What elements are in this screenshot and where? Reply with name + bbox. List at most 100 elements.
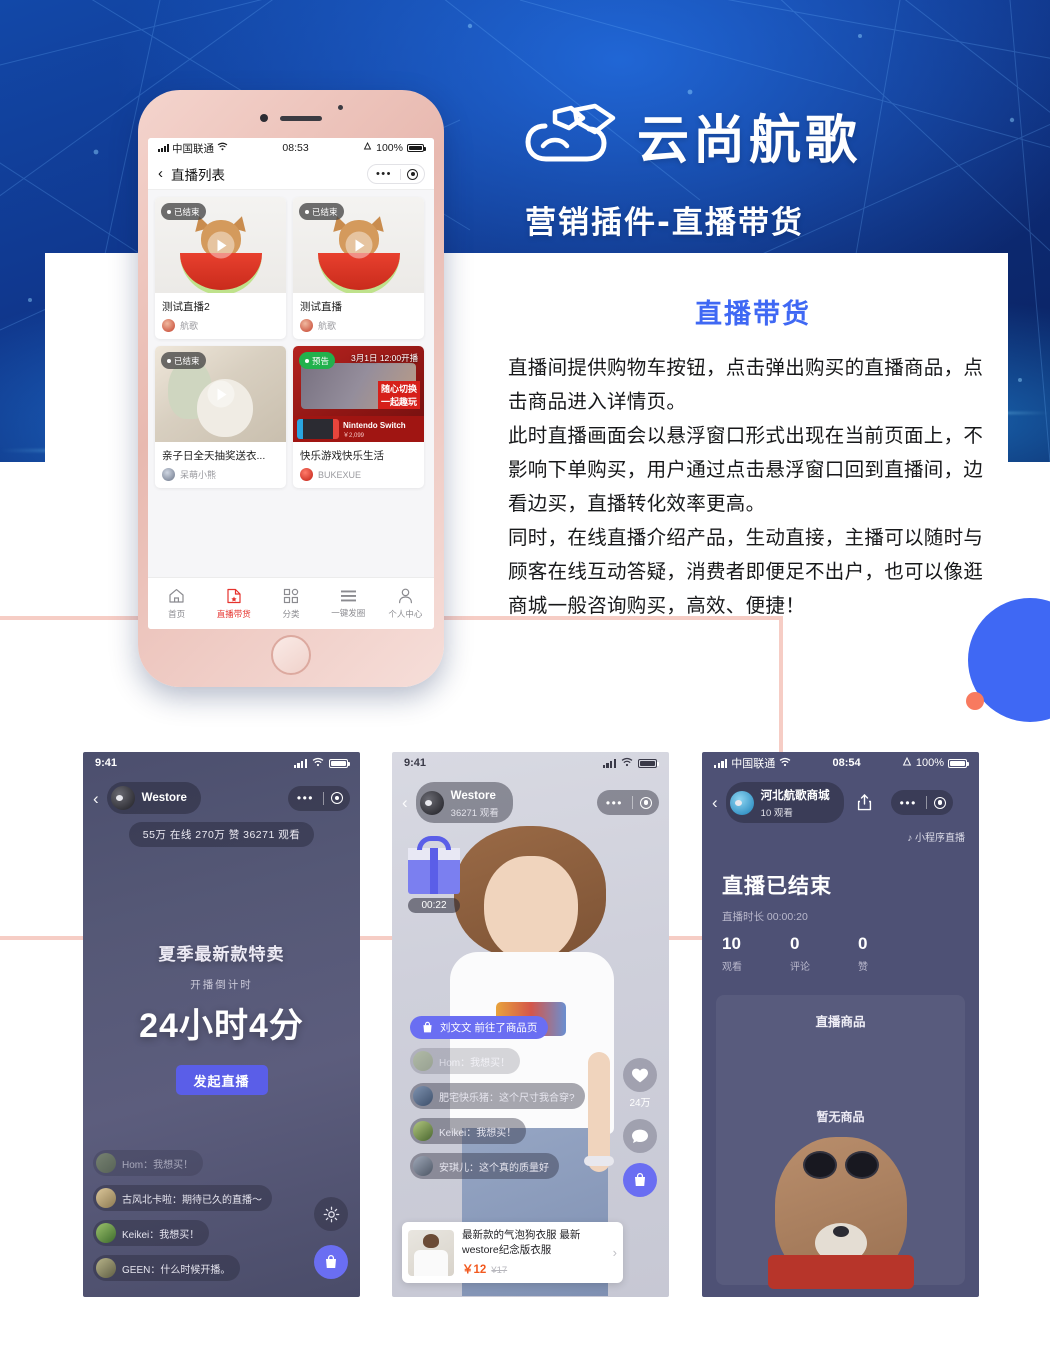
battery-icon xyxy=(406,144,426,152)
heart-icon[interactable] xyxy=(623,1058,657,1092)
menu-lines-icon xyxy=(340,589,357,603)
capsule-target-icon[interactable] xyxy=(324,792,350,804)
chevron-left-icon[interactable]: ‹ xyxy=(712,794,718,811)
wechat-capsule[interactable]: ••• xyxy=(287,785,350,811)
side-action-buttons: 24万 xyxy=(623,1058,657,1197)
product-card[interactable]: 最新款的气泡狗衣服 最新westore纪念版衣服 ￥12 ¥17 › xyxy=(402,1222,623,1283)
room-pill[interactable]: 河北航歌商城 10 观看 xyxy=(725,782,844,823)
room-name: Westore xyxy=(141,792,187,804)
more-dots-icon[interactable]: ••• xyxy=(368,168,400,180)
start-live-button[interactable]: 发起直播 xyxy=(175,1065,268,1095)
enter-product-notice: 刘文文 前往了商品页 xyxy=(410,1016,549,1039)
chat-text: 安琪儿：这个真的质量好 xyxy=(439,1162,549,1174)
status-time: 08:54 xyxy=(832,757,861,769)
capsule-target-icon[interactable] xyxy=(927,796,953,809)
card-thumbnail[interactable]: 已结束 xyxy=(293,197,424,293)
tab-profile[interactable]: 个人中心 xyxy=(377,578,434,629)
share-icon[interactable] xyxy=(852,790,877,815)
ended-summary: 直播已结束 直播时长 00:00:20 10 观看 0 评论 0 赞 xyxy=(702,844,979,973)
connector-line-vertical xyxy=(779,616,783,773)
chat-text: 古风北卡啦：期待已久的直播～ xyxy=(122,1194,262,1206)
stat-likes: 0 赞 xyxy=(858,934,868,973)
avatar xyxy=(413,1086,433,1106)
person-icon xyxy=(398,588,413,604)
more-dots-icon[interactable]: ••• xyxy=(288,792,323,804)
side-action-buttons xyxy=(314,1197,348,1279)
phone-screen: 中国联通 08:53 100% ‹ 直播列表 ••• 已结束 测试直播2 航歌 … xyxy=(148,138,434,629)
tab-live-commerce[interactable]: 直播带货 xyxy=(205,578,262,629)
chat-message: Hom：我想买！ xyxy=(410,1048,521,1074)
brand-block: 云尚航歌 营销插件-直播带货 xyxy=(525,98,985,242)
tab-moments[interactable]: 一键发圈 xyxy=(320,578,377,629)
comment-icon[interactable] xyxy=(623,1119,657,1153)
avatar xyxy=(413,1156,433,1176)
chat-message: Keikei：我想买！ xyxy=(410,1118,527,1144)
gift-widget[interactable]: 00:22 xyxy=(408,836,460,913)
play-icon[interactable] xyxy=(207,380,234,408)
card-thumbnail[interactable]: 随心切换 一起趣玩 Nintendo Switch ￥2,099 预告 3月1日… xyxy=(293,346,424,442)
card-thumbnail[interactable]: 已结束 xyxy=(155,197,286,293)
chevron-left-icon[interactable]: ‹ xyxy=(402,794,408,811)
tab-label: 直播带货 xyxy=(216,608,251,619)
live-header: ‹ Westore ••• xyxy=(83,774,360,814)
chat-message: 安琪儿：这个真的质量好 xyxy=(410,1153,559,1179)
play-icon[interactable] xyxy=(207,231,234,259)
avatar xyxy=(300,319,313,332)
live-duration: 直播时长 00:00:20 xyxy=(722,911,808,923)
grid-category-icon xyxy=(283,588,299,604)
live-card[interactable]: 随心切换 一起趣玩 Nintendo Switch ￥2,099 预告 3月1日… xyxy=(293,346,424,488)
live-header: ‹ 河北航歌商城 10 观看 ••• xyxy=(702,774,979,823)
card-user-name: 呆萌小熊 xyxy=(180,470,217,480)
room-name: 河北航歌商城 xyxy=(760,790,830,802)
signal-icon xyxy=(293,758,307,768)
tab-category[interactable]: 分类 xyxy=(262,578,319,629)
tab-label: 分类 xyxy=(282,608,300,619)
iphone-mockup: 中国联通 08:53 100% ‹ 直播列表 ••• 已结束 测试直播2 航歌 … xyxy=(138,90,444,687)
battery-percent: 100% xyxy=(915,757,944,769)
product-original-price: ¥17 xyxy=(491,1265,508,1276)
goods-panel-title: 直播商品 xyxy=(815,1015,866,1029)
live-card[interactable]: 已结束 测试直播 航歌 xyxy=(293,197,424,339)
product-price: ￥12 ¥17 xyxy=(462,1264,508,1276)
capsule-target-icon[interactable] xyxy=(401,168,424,180)
live-card[interactable]: 已结束 亲子日全天抽奖送衣... 呆萌小熊 xyxy=(155,346,286,488)
poster-page: 云尚航歌 营销插件-直播带货 直播带货 直播间提供购物车按钮，点击弹出购买的直播… xyxy=(0,0,1050,1364)
wechat-capsule[interactable]: ••• xyxy=(890,790,953,815)
signal-icon xyxy=(714,758,728,768)
screenshot-live-product: 9:41 ‹ Westore 36271 观看 ••• 00:22 刘文文 前往… xyxy=(392,752,669,1297)
play-icon[interactable] xyxy=(345,231,372,259)
chevron-right-icon[interactable]: › xyxy=(613,1245,617,1260)
chevron-left-icon[interactable]: ‹ xyxy=(158,166,163,181)
home-button[interactable] xyxy=(271,635,311,675)
gear-icon[interactable] xyxy=(314,1197,348,1231)
carrier-label: 中国联通 xyxy=(172,142,214,155)
sale-title: 夏季最新款特卖 xyxy=(158,945,285,964)
room-pill[interactable]: Westore xyxy=(106,782,201,814)
page-title: 直播列表 xyxy=(171,167,225,183)
wifi-icon xyxy=(217,142,228,154)
wechat-capsule[interactable]: ••• xyxy=(366,164,425,184)
tab-label: 首页 xyxy=(168,608,186,619)
countdown-value: 24小时4分 xyxy=(139,1007,304,1045)
avatar xyxy=(413,1121,433,1141)
card-thumbnail[interactable]: 已结束 xyxy=(155,346,286,442)
chat-text: GEEN：什么时候开播。 xyxy=(122,1264,231,1276)
avatar xyxy=(300,468,313,481)
battery-icon xyxy=(329,758,350,768)
more-dots-icon[interactable]: ••• xyxy=(891,797,926,809)
live-card[interactable]: 已结束 测试直播2 航歌 xyxy=(155,197,286,339)
status-badge: 已结束 xyxy=(161,203,206,220)
live-list: 已结束 测试直播2 航歌 已结束 测试直播 航歌 已结束 亲子日全天抽奖送衣..… xyxy=(148,190,434,597)
description-paragraph-3: 同时，在线直播介绍产品，生动直接，主播可以随时与顾客在线互动答疑，消费者即便足不… xyxy=(508,526,984,617)
countdown-block: 夏季最新款特卖 开播倒计时 24小时4分 发起直播 xyxy=(83,940,360,1095)
music-note-icon: ♪ xyxy=(907,833,913,844)
shopping-bag-icon[interactable] xyxy=(314,1245,348,1279)
tab-home[interactable]: 首页 xyxy=(148,578,205,629)
chat-text: Keikei：我想买！ xyxy=(122,1229,200,1241)
description-paragraph-1: 直播间提供购物车按钮，点击弹出购买的直播商品，点击商品进入详情页。 xyxy=(508,356,984,413)
status-badge: 已结束 xyxy=(161,352,206,369)
card-title: 亲子日全天抽奖送衣... xyxy=(162,450,266,462)
chevron-left-icon[interactable]: ‹ xyxy=(93,790,99,807)
screenshot-live-ended: 中国联通 08:54 100% ‹ 河北航歌商城 10 观看 ••• ♪ 小程序… xyxy=(702,752,979,1297)
shopping-bag-icon[interactable] xyxy=(623,1163,657,1197)
